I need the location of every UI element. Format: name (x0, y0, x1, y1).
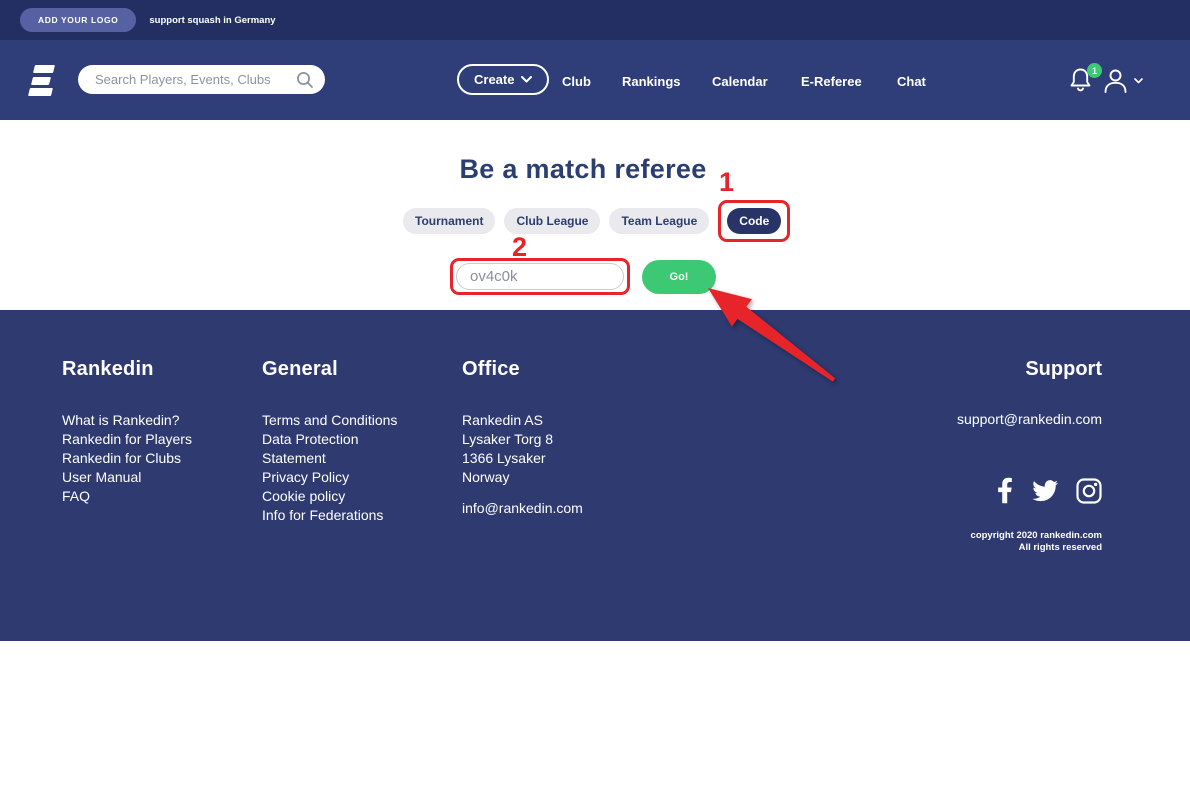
footer-link[interactable]: Rankedin for Clubs (62, 449, 262, 468)
footer-link[interactable]: FAQ (62, 487, 262, 506)
main-navbar: Create Club Rankings Calendar E-Referee … (0, 40, 1190, 120)
add-your-logo-button[interactable]: ADD YOUR LOGO (20, 8, 137, 32)
footer-column-general: General Terms and Conditions Data Protec… (262, 358, 462, 641)
create-button-label: Create (474, 72, 515, 87)
annotation-box-code: Code (718, 200, 791, 242)
nav-link-club[interactable]: Club (562, 74, 591, 89)
tab-tournament[interactable]: Tournament (403, 208, 496, 234)
office-address-line: Lysaker Torg 8 (462, 431, 554, 447)
user-icon (1104, 69, 1127, 93)
tab-team-league[interactable]: Team League (609, 208, 710, 234)
copyright-line-2: All rights reserved (1018, 541, 1102, 553)
search-icon[interactable] (296, 71, 314, 89)
code-input[interactable] (456, 263, 624, 290)
notification-badge: 1 (1087, 63, 1102, 78)
chevron-down-icon (1134, 77, 1143, 83)
office-address-line: Norway (462, 469, 510, 485)
footer-link[interactable]: Terms and Conditions (262, 411, 422, 430)
profile-menu-button[interactable] (1102, 67, 1143, 94)
footer-link[interactable]: Privacy Policy (262, 468, 422, 487)
footer-link[interactable]: Data Protection Statement (262, 430, 422, 468)
footer-link[interactable]: Rankedin for Players (62, 430, 262, 449)
tab-club-league[interactable]: Club League (504, 208, 601, 234)
support-email-link[interactable]: support@rankedin.com (662, 411, 1102, 427)
copyright-text: copyright 2020 rankedin.com All rights r… (662, 530, 1102, 553)
annotation-step-1: 1 (719, 167, 735, 197)
main-content: Be a match referee 1 2 Tournament Club L… (0, 120, 1190, 310)
office-address-line: Rankedin AS (462, 412, 543, 428)
search-box (78, 65, 325, 94)
site-tagline: support squash in Germany (149, 14, 276, 26)
top-bar: ADD YOUR LOGO support squash in Germany (0, 0, 1190, 40)
facebook-icon[interactable] (997, 477, 1013, 504)
footer-column-office: Office Rankedin AS Lysaker Torg 8 1366 L… (462, 358, 662, 641)
page-footer: Rankedin What is Rankedin? Rankedin for … (0, 310, 1190, 641)
chevron-down-icon (521, 76, 533, 83)
footer-link[interactable]: What is Rankedin? (62, 411, 262, 430)
footer-heading-support: Support (1025, 358, 1102, 380)
nav-link-chat[interactable]: Chat (897, 74, 926, 89)
nav-link-rankings[interactable]: Rankings (622, 74, 681, 89)
footer-link[interactable]: Info for Federations (262, 506, 422, 525)
rankedin-logo-icon[interactable] (28, 65, 61, 98)
annotation-box-input (450, 258, 630, 295)
copyright-line-1: copyright 2020 rankedin.com (970, 530, 1102, 541)
referee-mode-tabs: Tournament Club League Team League Code (403, 200, 791, 242)
footer-link[interactable]: Cookie policy (262, 487, 422, 506)
footer-heading-rankedin: Rankedin (62, 358, 154, 380)
social-icons-row (662, 477, 1102, 504)
tab-code[interactable]: Code (727, 208, 782, 234)
footer-column-support: Support support@rankedin.com copyright 2… (662, 358, 1102, 641)
page-title: Be a match referee (459, 154, 707, 184)
nav-link-e-referee[interactable]: E-Referee (801, 74, 862, 89)
footer-link[interactable]: User Manual (62, 468, 262, 487)
footer-column-rankedin: Rankedin What is Rankedin? Rankedin for … (62, 358, 262, 641)
go-button[interactable]: Go! (642, 260, 716, 294)
create-button[interactable]: Create (457, 64, 550, 95)
notifications-button[interactable]: 1 (1068, 63, 1102, 96)
office-email-link[interactable]: info@rankedin.com (462, 500, 662, 516)
footer-heading-general: General (262, 358, 338, 380)
nav-link-calendar[interactable]: Calendar (712, 74, 768, 89)
office-address-line: 1366 Lysaker (462, 450, 546, 466)
twitter-icon[interactable] (1030, 478, 1059, 503)
search-input[interactable] (93, 71, 296, 88)
instagram-icon[interactable] (1076, 477, 1102, 504)
footer-heading-office: Office (462, 358, 520, 380)
